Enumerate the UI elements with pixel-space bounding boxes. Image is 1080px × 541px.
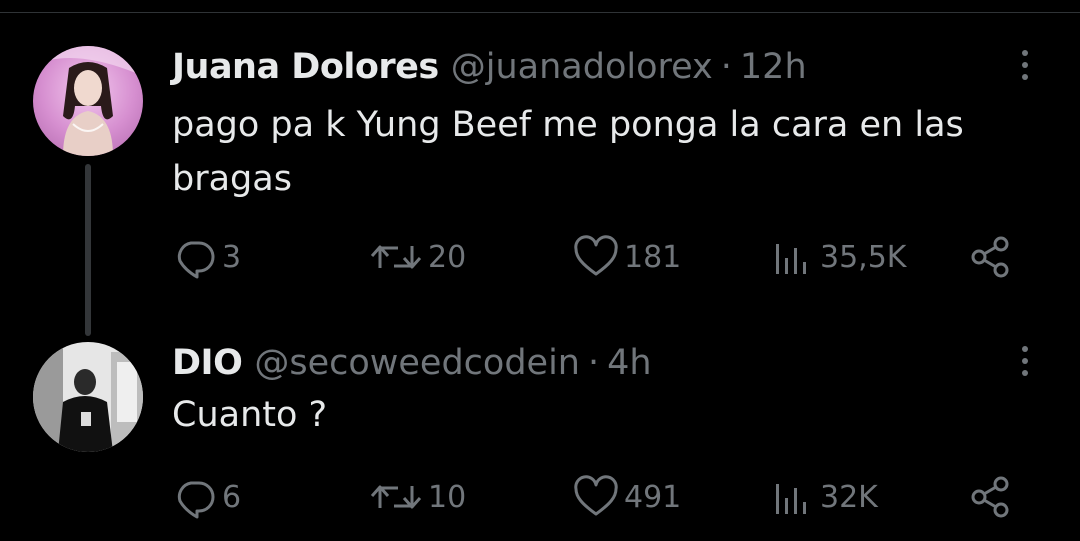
tweet-text: pago pa k Yung Beef me ponga la cara en … [172, 105, 964, 199]
tweet-header: DIO @secoweedcodein · 4h [172, 342, 652, 384]
author-name[interactable]: DIO [172, 342, 243, 384]
tweet-time[interactable]: 4h [607, 342, 651, 384]
reply-count: 6 [222, 479, 242, 515]
retweet-count: 20 [428, 239, 467, 275]
author-name[interactable]: Juana Dolores [172, 46, 439, 88]
reply-button[interactable]: 3 [172, 232, 241, 282]
share-button[interactable] [968, 472, 1014, 522]
more-icon[interactable] [1010, 44, 1040, 86]
like-button[interactable]: 491 [572, 472, 681, 522]
reply-icon [177, 241, 215, 279]
views-button[interactable]: 35,5K [770, 232, 906, 282]
like-count: 181 [624, 239, 682, 275]
more-icon[interactable] [1010, 340, 1040, 382]
retweet-button[interactable]: 10 [368, 472, 466, 522]
tweet-2[interactable]: DIO @secoweedcodein · 4h Cuanto ? 6 10 4… [0, 300, 1080, 541]
views-count: 32K [820, 479, 878, 515]
heart-icon [574, 235, 618, 276]
header-separator: · [588, 343, 600, 383]
retweet-button[interactable]: 20 [368, 232, 466, 282]
header-separator: · [720, 47, 732, 87]
reply-icon [177, 481, 215, 519]
like-count: 491 [624, 479, 682, 515]
share-button[interactable] [968, 232, 1014, 282]
tweet-header: Juana Dolores @juanadolorex · 12h [172, 46, 807, 88]
views-count: 35,5K [820, 239, 907, 275]
tweet-1[interactable]: Juana Dolores @juanadolorex · 12h pago p… [0, 0, 1080, 336]
tweet-actions: 3 20 181 35,5K [172, 232, 1022, 282]
avatar-dio[interactable] [33, 342, 143, 452]
author-handle[interactable]: @juanadolorex [451, 46, 713, 88]
retweet-icon [370, 485, 422, 509]
heart-icon [574, 475, 618, 516]
reply-count: 3 [222, 239, 242, 275]
reply-button[interactable]: 6 [172, 472, 241, 522]
avatar-juana[interactable] [33, 46, 143, 156]
author-handle[interactable]: @secoweedcodein [254, 342, 580, 384]
tweet-time[interactable]: 12h [740, 46, 807, 88]
views-button[interactable]: 32K [770, 472, 878, 522]
views-icon [776, 484, 806, 514]
retweet-icon [370, 245, 422, 269]
views-icon [776, 244, 806, 274]
retweet-count: 10 [428, 479, 467, 515]
share-icon [971, 236, 1009, 278]
like-button[interactable]: 181 [572, 232, 681, 282]
tweet-actions: 6 10 491 32K [172, 472, 1022, 522]
tweet-text: Cuanto ? [172, 395, 328, 435]
share-icon [971, 476, 1009, 518]
